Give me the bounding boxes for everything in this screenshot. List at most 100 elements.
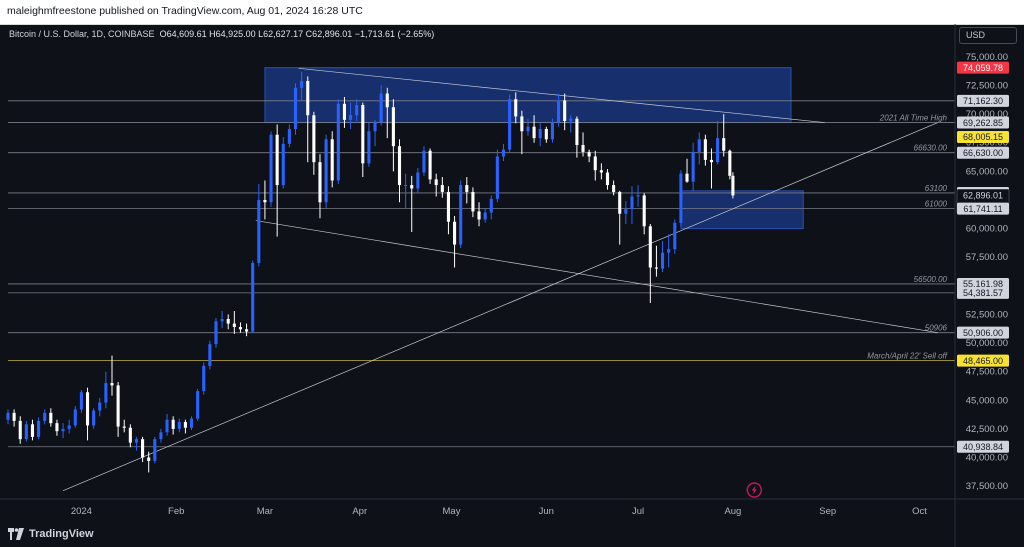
candle-body-12[interactable] xyxy=(79,392,83,410)
candle-body-110[interactable] xyxy=(679,173,683,223)
candle-body-26[interactable] xyxy=(165,419,169,433)
candle-body-78[interactable] xyxy=(483,212,487,220)
candle-body-80[interactable] xyxy=(495,156,499,199)
candle-body-67[interactable] xyxy=(416,172,420,189)
candle-body-34[interactable] xyxy=(214,321,218,345)
candle-body-4[interactable] xyxy=(30,424,35,437)
candle-body-86[interactable] xyxy=(532,126,536,139)
candle-body-92[interactable] xyxy=(569,118,573,121)
candle-body-24[interactable] xyxy=(153,439,157,461)
candle-body-91[interactable] xyxy=(563,100,567,121)
candle-body-17[interactable] xyxy=(110,383,114,386)
currency-button[interactable]: USD xyxy=(959,27,1017,44)
candle-body-30[interactable] xyxy=(189,418,194,428)
candle-body-77[interactable] xyxy=(477,211,481,220)
candle-body-45[interactable] xyxy=(281,143,285,186)
candle-body-37[interactable] xyxy=(232,323,236,328)
candle-body-90[interactable] xyxy=(557,100,561,123)
candle-body-51[interactable] xyxy=(318,162,322,203)
candle-body-79[interactable] xyxy=(489,198,493,213)
candle-body-85[interactable] xyxy=(526,126,530,132)
candle-body-64[interactable] xyxy=(397,146,402,186)
candle-body-58[interactable] xyxy=(361,104,365,164)
candle-body-105[interactable] xyxy=(648,226,652,268)
candle-body-60[interactable] xyxy=(373,122,377,132)
candle-body-65[interactable] xyxy=(404,185,408,187)
candle-body-46[interactable] xyxy=(287,129,291,144)
candle-body-63[interactable] xyxy=(391,107,395,147)
candle-body-62[interactable] xyxy=(385,93,389,108)
candle-body-0[interactable] xyxy=(6,412,10,420)
tradingview-brand[interactable]: TradingView xyxy=(8,527,94,541)
candle-body-103[interactable] xyxy=(636,195,640,197)
candle-body-22[interactable] xyxy=(141,439,145,458)
candle-body-100[interactable] xyxy=(618,191,622,214)
candle-body-43[interactable] xyxy=(269,134,273,203)
candle-body-31[interactable] xyxy=(196,391,200,419)
candle-body-41[interactable] xyxy=(257,199,261,263)
candle-body-69[interactable] xyxy=(428,150,432,180)
candle-body-115[interactable] xyxy=(709,159,714,163)
candle-body-102[interactable] xyxy=(630,196,634,210)
candle-body-93[interactable] xyxy=(575,118,579,146)
candle-body-8[interactable] xyxy=(55,423,59,432)
candle-body-48[interactable] xyxy=(300,80,304,88)
candle-body-95[interactable] xyxy=(587,151,591,157)
candle-body-73[interactable] xyxy=(453,221,457,245)
candle-body-113[interactable] xyxy=(697,139,701,152)
candle-body-107[interactable] xyxy=(660,252,665,269)
candle-body-68[interactable] xyxy=(422,150,426,173)
candle-body-10[interactable] xyxy=(67,425,71,429)
candle-body-52[interactable] xyxy=(324,139,328,203)
candle-body-32[interactable] xyxy=(202,365,206,392)
candle-body-9[interactable] xyxy=(61,428,65,432)
candle-body-81[interactable] xyxy=(501,149,506,157)
candle-body-76[interactable] xyxy=(471,191,475,212)
candle-body-49[interactable] xyxy=(306,80,310,116)
candle-body-23[interactable] xyxy=(147,457,151,461)
candle-body-119[interactable] xyxy=(731,175,735,196)
candle-body-94[interactable] xyxy=(581,145,585,152)
candle-body-71[interactable] xyxy=(440,185,444,192)
candle-body-106[interactable] xyxy=(654,267,658,269)
candle-body-16[interactable] xyxy=(104,383,108,403)
candle-body-14[interactable] xyxy=(92,410,96,426)
candle-body-74[interactable] xyxy=(459,185,463,245)
candle-body-44[interactable] xyxy=(275,134,279,186)
candle-body-111[interactable] xyxy=(685,173,689,182)
candle-body-19[interactable] xyxy=(122,426,126,428)
candle-body-18[interactable] xyxy=(116,385,120,427)
candle-body-118[interactable] xyxy=(728,150,732,176)
candle-body-83[interactable] xyxy=(514,99,518,117)
candle-body-11[interactable] xyxy=(73,409,77,426)
candle-body-5[interactable] xyxy=(37,420,41,437)
candle-body-112[interactable] xyxy=(691,151,695,182)
trendline-2[interactable] xyxy=(62,122,938,492)
candle-body-7[interactable] xyxy=(49,412,53,424)
candle-body-13[interactable] xyxy=(85,392,90,426)
candle-body-99[interactable] xyxy=(612,185,616,192)
candle-body-89[interactable] xyxy=(550,122,554,140)
candle-body-117[interactable] xyxy=(722,138,726,151)
candle-body-40[interactable] xyxy=(251,262,255,332)
candle-body-1[interactable] xyxy=(12,412,16,421)
candle-body-54[interactable] xyxy=(336,103,340,181)
candle-body-55[interactable] xyxy=(342,103,346,120)
candle-body-39[interactable] xyxy=(245,329,249,332)
candle-body-47[interactable] xyxy=(293,87,298,129)
candle-body-84[interactable] xyxy=(520,116,524,132)
candle-body-61[interactable] xyxy=(379,93,383,123)
candle-body-96[interactable] xyxy=(593,156,597,171)
candle-body-20[interactable] xyxy=(128,427,132,443)
candle-body-82[interactable] xyxy=(508,99,512,150)
candle-body-75[interactable] xyxy=(465,185,469,192)
candle-body-50[interactable] xyxy=(312,115,316,163)
candle-body-97[interactable] xyxy=(599,170,603,173)
candle-body-42[interactable] xyxy=(263,199,267,203)
candle-body-87[interactable] xyxy=(538,129,542,139)
candle-body-114[interactable] xyxy=(703,139,707,160)
candle-body-38[interactable] xyxy=(238,327,243,330)
candle-body-3[interactable] xyxy=(24,424,28,440)
candle-body-72[interactable] xyxy=(446,191,450,222)
candle-body-56[interactable] xyxy=(349,115,353,120)
